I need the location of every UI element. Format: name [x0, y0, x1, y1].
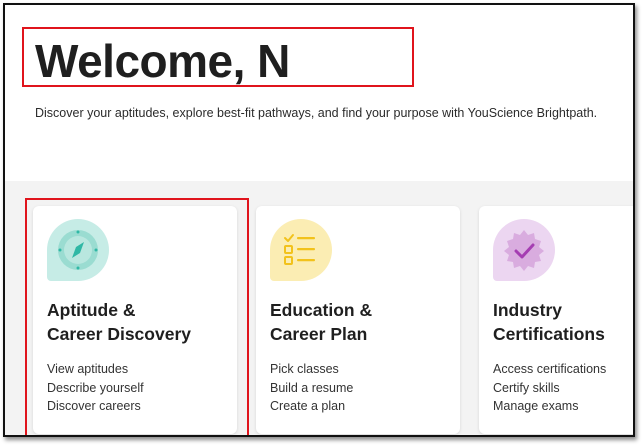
card-education-career-plan[interactable]: Education & Career Plan Pick classes Bui… — [256, 206, 460, 434]
card-title: Industry Certifications — [493, 300, 605, 344]
link-create-plan[interactable]: Create a plan — [270, 397, 353, 416]
certificate-badge-icon — [493, 219, 555, 281]
card-links: Access certifications Certify skills Man… — [493, 360, 606, 416]
welcome-subtitle: Discover your aptitudes, explore best-fi… — [35, 106, 598, 120]
highlight-box-aptitude-card — [25, 198, 249, 435]
card-title: Education & Career Plan — [270, 300, 373, 344]
link-build-resume[interactable]: Build a resume — [270, 379, 353, 398]
screenshot-frame: Welcome, N Discover your aptitudes, expl… — [3, 3, 635, 437]
link-certify-skills[interactable]: Certify skills — [493, 379, 606, 398]
link-manage-exams[interactable]: Manage exams — [493, 397, 606, 416]
link-pick-classes[interactable]: Pick classes — [270, 360, 353, 379]
card-industry-certifications[interactable]: Industry Certifications Access certifica… — [479, 206, 633, 434]
card-links: Pick classes Build a resume Create a pla… — [270, 360, 353, 416]
highlight-box-welcome — [22, 27, 414, 87]
checklist-icon — [270, 219, 332, 281]
link-access-certifications[interactable]: Access certifications — [493, 360, 606, 379]
